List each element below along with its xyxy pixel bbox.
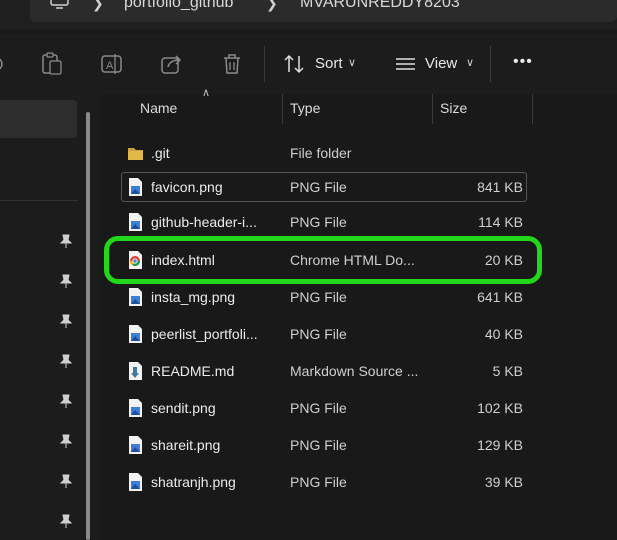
file-name[interactable]: README.md — [151, 363, 234, 379]
more-options-button[interactable]: ••• — [513, 53, 533, 71]
sort-ascending-icon: ∧ — [202, 87, 211, 99]
file-name[interactable]: sendit.png — [151, 400, 216, 416]
file-type: PNG File — [290, 437, 347, 453]
navigation-pane — [0, 94, 100, 540]
chevron-down-icon[interactable]: ∨ — [466, 56, 474, 69]
nav-divider — [0, 200, 78, 201]
pin-icon[interactable] — [60, 394, 72, 408]
share-icon[interactable] — [160, 52, 184, 76]
file-name[interactable]: shareit.png — [151, 437, 220, 453]
svg-text:A: A — [106, 60, 114, 72]
file-type: PNG File — [290, 214, 347, 230]
pin-icon[interactable] — [60, 514, 72, 528]
image-file-icon — [129, 178, 142, 196]
toolbar-divider — [264, 46, 265, 82]
file-name[interactable]: favicon.png — [151, 179, 223, 195]
highlight-annotation — [104, 236, 542, 284]
nav-item-selected[interactable] — [0, 100, 77, 138]
file-name[interactable]: insta_mg.png — [151, 289, 235, 305]
toolbar-divider — [490, 46, 491, 82]
breadcrumb-item-portfolio[interactable]: portfolio_github — [124, 0, 233, 12]
file-size: 641 KB — [477, 289, 523, 305]
sort-icon[interactable] — [283, 52, 307, 76]
image-file-icon — [129, 325, 142, 343]
view-icon[interactable] — [394, 52, 418, 76]
column-divider[interactable] — [532, 94, 533, 124]
markdown-file-icon — [129, 362, 142, 380]
cut-icon[interactable] — [0, 52, 10, 76]
file-size: 114 KB — [478, 214, 523, 230]
file-name[interactable]: github-header-i... — [151, 214, 257, 230]
file-type: PNG File — [290, 179, 347, 195]
image-file-icon — [129, 399, 142, 417]
chevron-right-icon[interactable]: ❯ — [266, 0, 278, 12]
pin-icon[interactable] — [60, 354, 72, 368]
file-type: PNG File — [290, 326, 347, 342]
file-name[interactable]: .git — [151, 145, 170, 161]
file-size: 39 KB — [484, 474, 523, 490]
folder-icon — [128, 148, 143, 160]
image-file-icon — [129, 436, 142, 454]
pin-icon[interactable] — [60, 274, 72, 288]
pin-icon[interactable] — [60, 434, 72, 448]
file-type: PNG File — [290, 474, 347, 490]
file-type: Markdown Source ... — [290, 363, 419, 379]
column-divider[interactable] — [282, 94, 283, 124]
pin-icon[interactable] — [60, 234, 72, 248]
column-divider[interactable] — [432, 94, 433, 124]
column-header-size[interactable]: Size — [440, 100, 467, 116]
file-size: 5 KB — [492, 363, 523, 379]
file-name[interactable]: peerlist_portfoli... — [151, 326, 258, 342]
chevron-right-icon[interactable]: ❯ — [92, 0, 104, 12]
computer-icon[interactable] — [50, 0, 70, 12]
file-size: 129 KB — [477, 437, 523, 453]
nav-scrollbar[interactable] — [86, 112, 90, 540]
chevron-down-icon[interactable]: ∨ — [348, 56, 356, 69]
image-file-icon — [129, 213, 142, 231]
column-header-type[interactable]: Type — [290, 100, 320, 116]
delete-icon[interactable] — [220, 52, 244, 76]
breadcrumb-item-current[interactable]: MVARUNREDDY8203 — [300, 0, 460, 12]
rename-icon[interactable]: A — [100, 52, 124, 76]
file-name[interactable]: shatranjh.png — [151, 474, 236, 490]
file-type: File folder — [290, 145, 352, 161]
paste-icon[interactable] — [40, 52, 64, 76]
view-button[interactable]: View — [425, 55, 457, 72]
file-size: 40 KB — [484, 326, 523, 342]
file-type: PNG File — [290, 289, 347, 305]
pin-icon[interactable] — [60, 314, 72, 328]
sort-button[interactable]: Sort — [315, 55, 343, 72]
file-size: 102 KB — [477, 400, 523, 416]
file-type: PNG File — [290, 400, 347, 416]
pin-icon[interactable] — [60, 474, 72, 488]
file-size: 841 KB — [477, 179, 523, 195]
image-file-icon — [129, 473, 142, 491]
column-header-name[interactable]: Name — [140, 100, 177, 116]
image-file-icon — [129, 288, 142, 306]
